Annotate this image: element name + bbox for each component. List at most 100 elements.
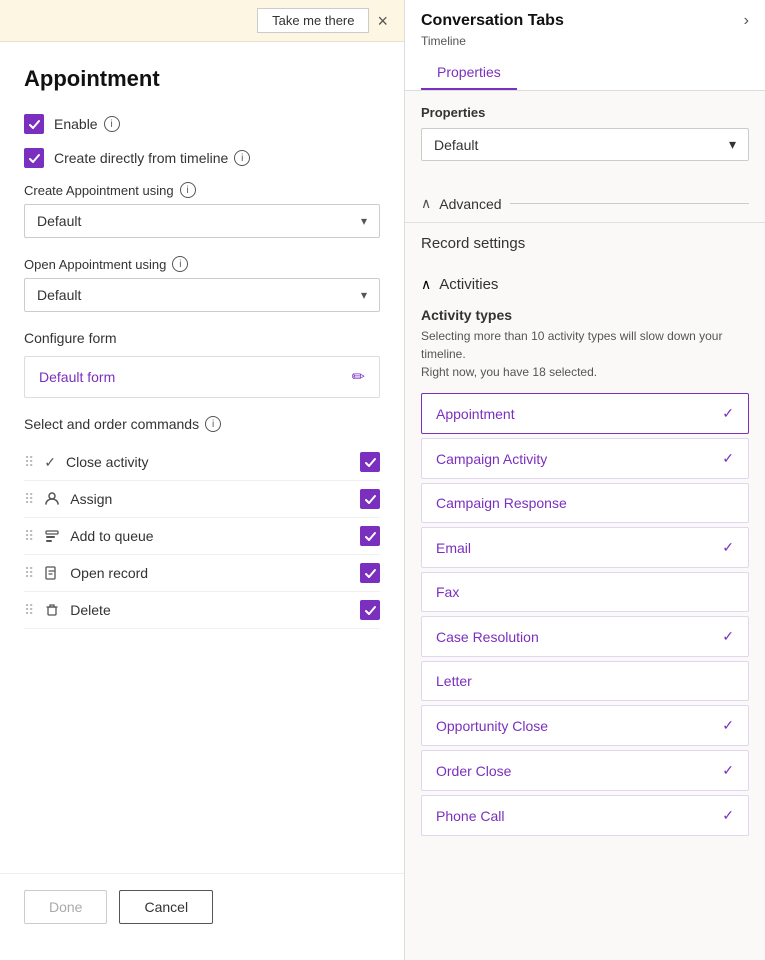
record-settings-section: Record settings <box>405 223 765 266</box>
activity-types-label: Activity types <box>405 307 765 323</box>
left-panel: Take me there × Appointment Enable i Cre… <box>0 0 405 960</box>
command-icon-add-to-queue <box>44 528 60 544</box>
activity-label-campaign-activity: Campaign Activity <box>436 451 547 467</box>
advanced-toggle-icon: ∧ <box>421 195 431 212</box>
edit-form-icon[interactable]: ✏ <box>352 367 365 387</box>
tab-properties[interactable]: Properties <box>421 56 517 90</box>
right-body: Properties Default ▾ ∧ Advanced Record s… <box>405 91 765 960</box>
create-using-group: Create Appointment using i Default ▾ <box>24 182 380 238</box>
activity-item-letter[interactable]: Letter <box>421 661 749 701</box>
command-row-assign: ⠿ Assign <box>24 481 380 518</box>
command-checkbox-delete[interactable] <box>360 600 380 620</box>
create-from-timeline-label: Create directly from timeline <box>54 150 228 166</box>
top-bar: Take me there × <box>0 0 404 42</box>
activity-item-campaign-activity[interactable]: Campaign Activity ✓ <box>421 438 749 479</box>
activity-item-phone-call[interactable]: Phone Call ✓ <box>421 795 749 836</box>
create-using-label: Create Appointment using <box>24 183 174 198</box>
activity-item-campaign-response[interactable]: Campaign Response <box>421 483 749 523</box>
advanced-divider <box>510 203 749 204</box>
command-icon-delete <box>44 602 60 618</box>
drag-handle-add-to-queue[interactable]: ⠿ <box>24 528 34 545</box>
create-using-value: Default <box>37 213 81 229</box>
command-checkbox-assign[interactable] <box>360 489 380 509</box>
advanced-section[interactable]: ∧ Advanced <box>405 185 765 223</box>
command-checkbox-close-activity[interactable] <box>360 452 380 472</box>
open-using-arrow: ▾ <box>361 288 367 302</box>
command-icon-assign <box>44 491 60 507</box>
done-button[interactable]: Done <box>24 890 107 924</box>
create-from-timeline-checkbox[interactable] <box>24 148 44 168</box>
enable-checkbox[interactable] <box>24 114 44 134</box>
create-from-timeline-row: Create directly from timeline i <box>24 148 380 168</box>
activity-label-letter: Letter <box>436 673 472 689</box>
commands-section-label: Select and order commands i <box>24 416 380 432</box>
activity-label-opportunity-close: Opportunity Close <box>436 718 548 734</box>
command-icon-open-record <box>44 565 60 581</box>
activity-list: Appointment ✓ Campaign Activity ✓ Campai… <box>405 393 765 840</box>
enable-info-icon[interactable]: i <box>104 116 120 132</box>
create-using-dropdown[interactable]: Default ▾ <box>24 204 380 238</box>
create-using-arrow: ▾ <box>361 214 367 228</box>
cancel-button[interactable]: Cancel <box>119 890 213 924</box>
properties-dropdown-arrow: ▾ <box>729 136 736 153</box>
panel-title: Appointment <box>24 66 380 92</box>
activity-label-phone-call: Phone Call <box>436 808 505 824</box>
open-using-info-icon[interactable]: i <box>172 256 188 272</box>
command-checkbox-add-to-queue[interactable] <box>360 526 380 546</box>
command-row-open-record: ⠿ Open record <box>24 555 380 592</box>
activity-item-email[interactable]: Email ✓ <box>421 527 749 568</box>
commands-info-icon[interactable]: i <box>205 416 221 432</box>
drag-handle-open-record[interactable]: ⠿ <box>24 565 34 582</box>
activity-label-email: Email <box>436 540 471 556</box>
activities-toggle[interactable]: ∧ Activities <box>421 276 749 293</box>
panel-footer: Done Cancel <box>0 873 404 940</box>
command-label-close-activity: Close activity <box>66 454 350 470</box>
enable-label: Enable <box>54 116 98 132</box>
right-panel: Conversation Tabs › Timeline Properties … <box>405 0 765 960</box>
default-form-link[interactable]: Default form <box>39 369 115 385</box>
activity-check-appointment: ✓ <box>722 405 734 422</box>
command-list: ⠿ ✓ Close activity ⠿ Assign ⠿ <box>24 444 380 629</box>
create-from-timeline-info-icon[interactable]: i <box>234 150 250 166</box>
activity-check-order-close: ✓ <box>722 762 734 779</box>
activity-item-fax[interactable]: Fax <box>421 572 749 612</box>
activities-label: Activities <box>439 276 498 293</box>
close-topbar-button[interactable]: × <box>377 12 388 30</box>
command-row-close-activity: ⠿ ✓ Close activity <box>24 444 380 481</box>
create-using-info-icon[interactable]: i <box>180 182 196 198</box>
timeline-subtitle: Timeline <box>421 34 749 48</box>
command-label-assign: Assign <box>70 491 350 507</box>
activity-item-case-resolution[interactable]: Case Resolution ✓ <box>421 616 749 657</box>
command-label-delete: Delete <box>70 602 350 618</box>
enable-row: Enable i <box>24 114 380 134</box>
drag-handle-assign[interactable]: ⠿ <box>24 491 34 508</box>
open-using-group: Open Appointment using i Default ▾ <box>24 256 380 312</box>
drag-handle-delete[interactable]: ⠿ <box>24 602 34 619</box>
activities-section: ∧ Activities <box>405 266 765 307</box>
open-using-value: Default <box>37 287 81 303</box>
take-me-there-button[interactable]: Take me there <box>257 8 369 33</box>
activity-item-appointment[interactable]: Appointment ✓ <box>421 393 749 434</box>
command-row-add-to-queue: ⠿ Add to queue <box>24 518 380 555</box>
configure-form-section-label: Configure form <box>24 330 380 346</box>
activity-check-case-resolution: ✓ <box>722 628 734 645</box>
activity-label-fax: Fax <box>436 584 459 600</box>
activity-check-opportunity-close: ✓ <box>722 717 734 734</box>
record-settings-label: Record settings <box>421 235 749 252</box>
activity-item-order-close[interactable]: Order Close ✓ <box>421 750 749 791</box>
activities-toggle-icon: ∧ <box>421 276 431 293</box>
drag-handle-close-activity[interactable]: ⠿ <box>24 454 34 471</box>
open-using-dropdown[interactable]: Default ▾ <box>24 278 380 312</box>
panel-content: Appointment Enable i Create directly fro… <box>0 42 404 873</box>
properties-dropdown[interactable]: Default ▾ <box>421 128 749 161</box>
right-tabs: Properties <box>421 56 749 90</box>
activity-info-text: Selecting more than 10 activity types wi… <box>405 327 765 381</box>
activity-label-appointment: Appointment <box>436 406 515 422</box>
activity-check-email: ✓ <box>722 539 734 556</box>
properties-section: Properties Default ▾ <box>405 91 765 185</box>
activity-check-campaign-activity: ✓ <box>722 450 734 467</box>
activity-item-opportunity-close[interactable]: Opportunity Close ✓ <box>421 705 749 746</box>
nav-arrow-icon[interactable]: › <box>744 12 749 30</box>
advanced-label: Advanced <box>439 196 501 212</box>
command-checkbox-open-record[interactable] <box>360 563 380 583</box>
